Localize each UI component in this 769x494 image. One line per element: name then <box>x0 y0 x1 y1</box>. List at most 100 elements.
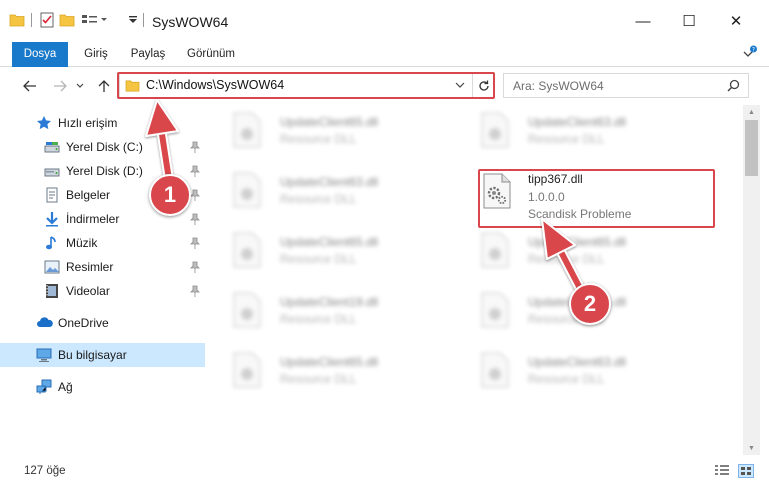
dll-file-icon <box>232 232 266 270</box>
drive-icon <box>44 139 60 155</box>
tab-share[interactable]: Paylaş <box>124 42 172 67</box>
file-name: UpdateClient65.dll <box>280 235 379 249</box>
dll-gear-file-icon <box>482 173 516 211</box>
file-name: UpdateClient65.dll <box>280 115 379 129</box>
svg-text:?: ? <box>752 46 755 53</box>
refresh-button[interactable] <box>472 74 494 97</box>
file-list: UpdateClient65.dll Resource DLL UpdateCl… <box>208 105 743 455</box>
scroll-down-icon[interactable]: ▼ <box>743 441 760 455</box>
search-icon[interactable] <box>727 79 740 95</box>
item-count: 127 öğe <box>24 465 66 477</box>
pin-icon[interactable] <box>190 237 200 249</box>
nav-item-local-disk-c[interactable]: Yerel Disk (C:) <box>0 135 205 159</box>
dll-file-icon <box>232 292 266 330</box>
file-desc: Resource DLL <box>280 252 357 266</box>
close-button[interactable]: ✕ <box>713 0 759 42</box>
file-name: UpdateClient63.dll <box>528 115 627 129</box>
dll-file-icon <box>480 352 514 390</box>
file-item-tipp367[interactable]: tipp367.dll 1.0.0.0 Scandisk Probleme <box>456 167 691 221</box>
tiles-view-icon[interactable] <box>738 464 754 478</box>
pin-icon[interactable] <box>190 141 200 153</box>
file-desc: Resource DLL <box>280 312 357 326</box>
videos-icon <box>44 283 60 299</box>
nav-label: Videolar <box>66 284 110 298</box>
downloads-icon <box>44 211 60 227</box>
new-folder-icon[interactable] <box>58 10 76 30</box>
nav-item-music[interactable]: Müzik <box>0 231 205 255</box>
back-button[interactable] <box>20 76 40 96</box>
file-item[interactable]: UpdateClient65.dll Resource DLL <box>456 229 691 273</box>
file-desc: Resource DLL <box>528 252 605 266</box>
nav-onedrive[interactable]: OneDrive <box>0 311 205 335</box>
file-version: 1.0.0.0 <box>528 190 565 204</box>
star-icon <box>36 115 52 131</box>
details-view-icon[interactable] <box>714 464 730 478</box>
nav-network[interactable]: Ağ <box>0 375 205 399</box>
nav-label: Hızlı erişim <box>58 116 118 130</box>
tab-view[interactable]: Görünüm <box>180 42 242 67</box>
file-item[interactable]: UpdateClient63.dll Resource DLL <box>456 109 691 153</box>
nav-item-videos[interactable]: Videolar <box>0 279 205 303</box>
drive-icon <box>44 163 60 179</box>
title-bar: SysWOW64 — ☐ ✕ <box>0 0 769 42</box>
vertical-scrollbar[interactable]: ▲ ▼ <box>743 105 760 455</box>
nav-quick-access[interactable]: Hızlı erişim <box>0 111 205 135</box>
separator <box>140 10 146 30</box>
nav-label: Belgeler <box>66 188 111 202</box>
pin-icon[interactable] <box>190 285 200 297</box>
file-item[interactable]: UpdateClient65.dll Resource DLL <box>208 229 443 273</box>
step-badge-2: 2 <box>569 283 611 325</box>
file-desc: Resource DLL <box>280 192 357 206</box>
pin-icon[interactable] <box>190 165 200 177</box>
file-item[interactable]: UpdateClient65.dll Resource DLL <box>208 109 443 153</box>
up-button[interactable] <box>94 76 114 96</box>
dll-file-icon <box>232 172 266 210</box>
customize-toolbar-icon[interactable] <box>80 10 110 30</box>
step-badge-1: 1 <box>149 174 191 216</box>
nav-label: Yerel Disk (D:) <box>66 164 143 178</box>
search-input[interactable]: Ara: SysWOW64 <box>513 79 604 93</box>
dll-file-icon <box>232 112 266 150</box>
nav-this-pc[interactable]: Bu bilgisayar <box>0 343 205 367</box>
pin-icon[interactable] <box>190 213 200 225</box>
minimize-button[interactable]: — <box>620 0 666 42</box>
nav-label: İndirmeler <box>66 212 120 226</box>
file-desc: Resource DLL <box>528 372 605 386</box>
file-name: tipp367.dll <box>528 172 583 186</box>
file-name: UpdateClient65.dll <box>280 355 379 369</box>
properties-icon[interactable] <box>38 10 56 30</box>
scroll-up-icon[interactable]: ▲ <box>743 105 760 119</box>
file-item[interactable]: UpdateClient63.dll Resource DLL <box>456 349 691 393</box>
cloud-icon <box>36 315 53 331</box>
file-item[interactable]: UpdateClient19.dll Resource DLL <box>208 289 443 333</box>
file-desc: Resource DLL <box>280 132 357 146</box>
network-icon <box>36 379 52 395</box>
file-item[interactable]: UpdateClient65.dll Resource DLL <box>208 349 443 393</box>
separator <box>28 10 34 30</box>
dll-file-icon <box>232 352 266 390</box>
file-desc: Resource DLL <box>280 372 357 386</box>
pin-icon[interactable] <box>190 261 200 273</box>
forward-button[interactable] <box>50 76 70 96</box>
recent-locations-button[interactable] <box>74 76 86 96</box>
pin-icon[interactable] <box>190 189 200 201</box>
tab-file[interactable]: Dosya <box>12 42 68 67</box>
expand-ribbon-icon[interactable]: ? <box>739 45 757 63</box>
address-path[interactable]: C:\Windows\SysWOW64 <box>146 78 284 92</box>
nav-item-pictures[interactable]: Resimler <box>0 255 205 279</box>
scrollbar-thumb[interactable] <box>745 120 758 176</box>
search-box[interactable]: Ara: SysWOW64 <box>503 73 749 98</box>
navigation-pane: Hızlı erişim Yerel Disk (C:) Yerel Disk … <box>0 105 208 455</box>
maximize-button[interactable]: ☐ <box>666 0 712 42</box>
dll-file-icon <box>480 112 514 150</box>
nav-label: Resimler <box>66 260 114 274</box>
file-item[interactable]: UpdateClient63.dll Resource DLL <box>208 169 443 213</box>
tab-home[interactable]: Giriş <box>74 42 118 67</box>
address-bar[interactable]: C:\Windows\SysWOW64 <box>119 73 494 98</box>
dll-file-icon <box>480 292 514 330</box>
file-desc: Scandisk Probleme <box>528 207 632 221</box>
address-dropdown-icon[interactable] <box>455 78 465 95</box>
music-icon <box>44 235 60 251</box>
file-name: UpdateClient63.dll <box>280 175 379 189</box>
file-name: UpdateClient19.dll <box>280 295 379 309</box>
